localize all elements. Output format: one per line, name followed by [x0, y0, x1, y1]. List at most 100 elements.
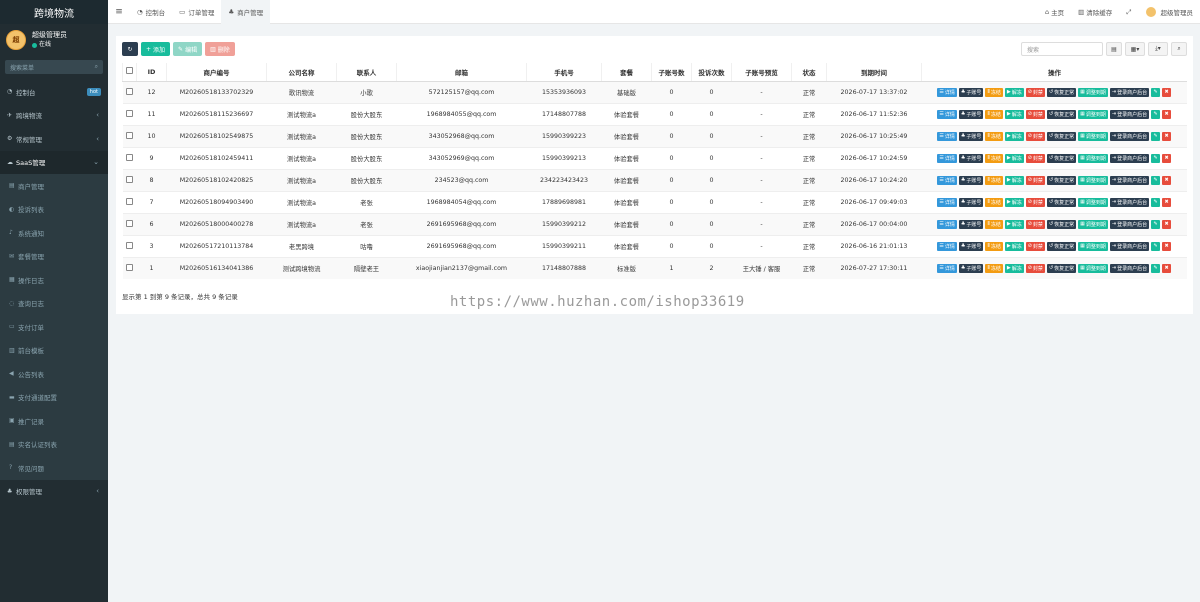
edit-row-button[interactable]: ✎ — [1151, 197, 1161, 207]
sidebar-item-promo[interactable]: ▣ 推广记录 — [0, 409, 108, 433]
tab-merchant[interactable]: ♣ 商户管理 — [221, 0, 271, 24]
tab-dashboard[interactable]: ◔ 控制台 — [130, 0, 172, 24]
adjust-expiry-button[interactable]: ▦ 调整到期 — [1078, 263, 1108, 273]
table-row[interactable]: 12 M20260518133702329 歌讯物流 小歌 572125157@qq.c… — [122, 80, 1187, 103]
unfreeze-button[interactable]: ▶ 解冻 — [1004, 197, 1024, 207]
restore-button[interactable]: ↺ 恢复正常 — [1046, 263, 1077, 273]
adjust-expiry-button[interactable]: ▦ 调整到期 — [1078, 87, 1108, 97]
edit-row-button[interactable]: ✎ — [1151, 87, 1161, 97]
adjust-expiry-button[interactable]: ▦ 调整到期 — [1078, 197, 1108, 207]
sidebar-item-settings[interactable]: ⚙ 常规管理 ‹ — [0, 127, 108, 151]
detail-button[interactable]: ☰ 详情 — [937, 263, 957, 273]
delete-row-button[interactable]: ✖ — [1162, 175, 1172, 185]
table-row[interactable]: 6 M20260518000400278 测试物流a 老张 2691695968@qq.… — [122, 212, 1187, 235]
export-dropdown-icon[interactable]: ⤓▾ — [1148, 42, 1168, 56]
sidebar-item-permission[interactable]: ♣ 权限管理 ‹ — [0, 480, 108, 504]
table-row[interactable]: 1 M20260516134041386 测试跨境物流 隔壁老王 xiaojianjia… — [122, 256, 1187, 279]
sub-account-button[interactable]: ♣ 子账号 — [958, 197, 984, 207]
sidebar-item-order[interactable]: ▭ 支付订单 — [0, 315, 108, 339]
restore-button[interactable]: ↺ 恢复正常 — [1046, 87, 1077, 97]
edit-row-button[interactable]: ✎ — [1151, 241, 1161, 251]
restore-button[interactable]: ↺ 恢复正常 — [1046, 175, 1077, 185]
login-merchant-button[interactable]: ⇥ 登录商户后台 — [1109, 197, 1150, 207]
adjust-expiry-button[interactable]: ▦ 调整到期 — [1078, 153, 1108, 163]
search-toggle-icon[interactable]: ⌕ — [1171, 42, 1187, 56]
login-merchant-button[interactable]: ⇥ 登录商户后台 — [1109, 153, 1150, 163]
fullscreen-icon[interactable]: ⤢ — [1119, 8, 1138, 17]
edit-button[interactable]: ✎ 编辑 — [173, 42, 203, 56]
sub-account-button[interactable]: ♣ 子账号 — [958, 219, 984, 229]
sidebar-item-log[interactable]: ▦ 操作日志 — [0, 268, 108, 292]
ban-button[interactable]: ⊘ 封禁 — [1025, 263, 1045, 273]
sidebar-item-payment[interactable]: ▬ 支付通道配置 — [0, 385, 108, 409]
sidebar-item-merchant[interactable]: ▤ 商户管理 — [0, 174, 108, 198]
row-checkbox[interactable] — [126, 131, 133, 139]
delete-row-button[interactable]: ✖ — [1162, 263, 1172, 273]
add-button[interactable]: + 添加 — [141, 42, 171, 56]
freeze-button[interactable]: Ⅱ 冻结 — [985, 263, 1003, 273]
table-row[interactable]: 8 M20260518102420825 测试物流a 股份大股东 234523@qq.c… — [122, 168, 1187, 191]
edit-row-button[interactable]: ✎ — [1151, 131, 1161, 141]
sub-account-button[interactable]: ♣ 子账号 — [958, 153, 984, 163]
table-row[interactable]: 7 M20260518094903490 测试物流a 老张 1968984054@qq.… — [122, 190, 1187, 213]
row-checkbox[interactable] — [126, 153, 133, 161]
unfreeze-button[interactable]: ▶ 解冻 — [1004, 175, 1024, 185]
row-checkbox[interactable] — [126, 175, 133, 183]
adjust-expiry-button[interactable]: ▦ 调整到期 — [1078, 241, 1108, 251]
detail-button[interactable]: ☰ 详情 — [937, 241, 957, 251]
unfreeze-button[interactable]: ▶ 解冻 — [1004, 219, 1024, 229]
menu-toggle-icon[interactable]: ≡ — [108, 7, 130, 17]
freeze-button[interactable]: Ⅱ 冻结 — [985, 87, 1003, 97]
ban-button[interactable]: ⊘ 封禁 — [1025, 153, 1045, 163]
sub-account-button[interactable]: ♣ 子账号 — [958, 109, 984, 119]
sub-account-button[interactable]: ♣ 子账号 — [958, 263, 984, 273]
delete-row-button[interactable]: ✖ — [1162, 197, 1172, 207]
ban-button[interactable]: ⊘ 封禁 — [1025, 131, 1045, 141]
sub-account-button[interactable]: ♣ 子账号 — [958, 131, 984, 141]
login-merchant-button[interactable]: ⇥ 登录商户后台 — [1109, 175, 1150, 185]
sidebar-item-faq[interactable]: ? 常见问题 — [0, 456, 108, 480]
app-logo[interactable]: 跨境物流 — [0, 0, 108, 24]
sub-account-button[interactable]: ♣ 子账号 — [958, 87, 984, 97]
freeze-button[interactable]: Ⅱ 冻结 — [985, 175, 1003, 185]
sidebar-search-input[interactable]: 搜索菜单 ⌕ — [5, 60, 103, 74]
columns-dropdown-icon[interactable]: ▦▾ — [1125, 42, 1145, 56]
sidebar-item-complaint[interactable]: ◐ 投诉列表 — [0, 197, 108, 221]
restore-button[interactable]: ↺ 恢复正常 — [1046, 241, 1077, 251]
delete-row-button[interactable]: ✖ — [1162, 153, 1172, 163]
edit-row-button[interactable]: ✎ — [1151, 175, 1161, 185]
row-checkbox[interactable] — [126, 197, 133, 205]
login-merchant-button[interactable]: ⇥ 登录商户后台 — [1109, 241, 1150, 251]
restore-button[interactable]: ↺ 恢复正常 — [1046, 109, 1077, 119]
sidebar-item-auth[interactable]: ▤ 实名认证列表 — [0, 432, 108, 456]
ban-button[interactable]: ⊘ 封禁 — [1025, 109, 1045, 119]
freeze-button[interactable]: Ⅱ 冻结 — [985, 241, 1003, 251]
login-merchant-button[interactable]: ⇥ 登录商户后台 — [1109, 131, 1150, 141]
table-row[interactable]: 10 M20260518102549875 测试物流a 股份大股东 343052968@… — [122, 124, 1187, 147]
adjust-expiry-button[interactable]: ▦ 调整到期 — [1078, 131, 1108, 141]
admin-menu[interactable]: 超级管理员 — [1139, 7, 1200, 17]
ban-button[interactable]: ⊘ 封禁 — [1025, 241, 1045, 251]
row-checkbox[interactable] — [126, 263, 133, 271]
sidebar-item-package[interactable]: ✉ 套餐管理 — [0, 244, 108, 268]
column-header[interactable]: 到期时间 — [826, 63, 922, 82]
toggle-view-icon[interactable]: ▤ — [1106, 42, 1122, 56]
sidebar-item-dashboard[interactable]: ◔ 控制台 hot — [0, 80, 108, 104]
select-all-checkbox[interactable] — [126, 67, 133, 75]
sidebar-item-cloud[interactable]: ☁ SaaS管理 ⌄ — [0, 150, 108, 174]
sidebar-item-query[interactable]: ◌ 查询日志 — [0, 291, 108, 315]
unfreeze-button[interactable]: ▶ 解冻 — [1004, 109, 1024, 119]
restore-button[interactable]: ↺ 恢复正常 — [1046, 153, 1077, 163]
edit-row-button[interactable]: ✎ — [1151, 153, 1161, 163]
sidebar-item-template[interactable]: ▥ 前台模板 — [0, 338, 108, 362]
detail-button[interactable]: ☰ 详情 — [937, 109, 957, 119]
table-row[interactable]: 3 M20260517210113784 老黑跨境 咕噜 2691695968@qq.c… — [122, 234, 1187, 257]
row-checkbox[interactable] — [126, 87, 133, 95]
ban-button[interactable]: ⊘ 封禁 — [1025, 197, 1045, 207]
adjust-expiry-button[interactable]: ▦ 调整到期 — [1078, 175, 1108, 185]
edit-row-button[interactable]: ✎ — [1151, 219, 1161, 229]
detail-button[interactable]: ☰ 详情 — [937, 175, 957, 185]
ban-button[interactable]: ⊘ 封禁 — [1025, 219, 1045, 229]
restore-button[interactable]: ↺ 恢复正常 — [1046, 131, 1077, 141]
detail-button[interactable]: ☰ 详情 — [937, 131, 957, 141]
